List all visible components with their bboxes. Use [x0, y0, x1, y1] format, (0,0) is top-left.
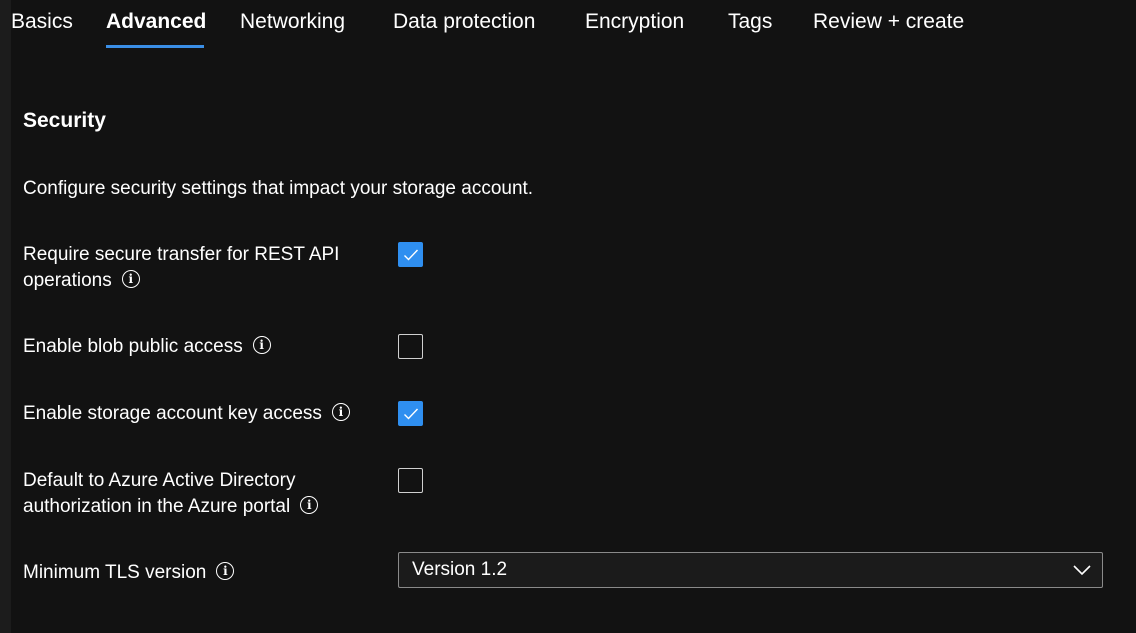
secure-transfer-label: Require secure transfer for REST API ope… — [23, 242, 353, 294]
tab-advanced[interactable]: Advanced — [106, 10, 206, 34]
key-access-label: Enable storage account key access i — [23, 401, 383, 427]
section-description: Configure security settings that impact … — [23, 178, 534, 199]
blob-public-access-checkbox[interactable] — [398, 334, 423, 359]
info-icon[interactable]: i — [300, 495, 319, 514]
min-tls-selected-value: Version 1.2 — [412, 559, 508, 580]
min-tls-label-text: Minimum TLS version — [23, 562, 207, 583]
tab-bar: Basics Advanced Networking Data protecti… — [0, 0, 1136, 50]
tab-tags[interactable]: Tags — [728, 10, 772, 34]
secure-transfer-label-text: Require secure transfer for REST API ope… — [23, 244, 340, 291]
tab-basics[interactable]: Basics — [11, 10, 73, 34]
info-icon[interactable]: i — [121, 269, 140, 288]
key-access-checkbox[interactable] — [398, 401, 423, 426]
info-icon[interactable]: i — [331, 402, 350, 421]
chevron-down-icon — [1073, 565, 1091, 576]
min-tls-select[interactable]: Version 1.2 — [398, 552, 1103, 588]
key-access-label-text: Enable storage account key access — [23, 403, 322, 424]
tab-networking[interactable]: Networking — [240, 10, 345, 34]
blob-public-access-label-text: Enable blob public access — [23, 336, 243, 357]
tab-data-protection[interactable]: Data protection — [393, 10, 535, 34]
min-tls-label: Minimum TLS version i — [23, 560, 363, 586]
blob-public-access-label: Enable blob public access i — [23, 334, 363, 360]
info-icon[interactable]: i — [216, 561, 235, 580]
aad-default-label-text: Default to Azure Active Directory author… — [23, 470, 296, 517]
left-edge-panel — [0, 0, 11, 633]
tab-encryption[interactable]: Encryption — [585, 10, 684, 34]
aad-default-checkbox[interactable] — [398, 468, 423, 493]
section-title: Security — [23, 109, 106, 132]
active-tab-indicator — [106, 45, 204, 48]
tab-review-create[interactable]: Review + create — [813, 10, 964, 34]
info-icon[interactable]: i — [252, 335, 271, 354]
checkmark-icon — [404, 249, 419, 261]
checkmark-icon — [404, 408, 419, 420]
secure-transfer-checkbox[interactable] — [398, 242, 423, 267]
aad-default-label: Default to Azure Active Directory author… — [23, 468, 343, 520]
